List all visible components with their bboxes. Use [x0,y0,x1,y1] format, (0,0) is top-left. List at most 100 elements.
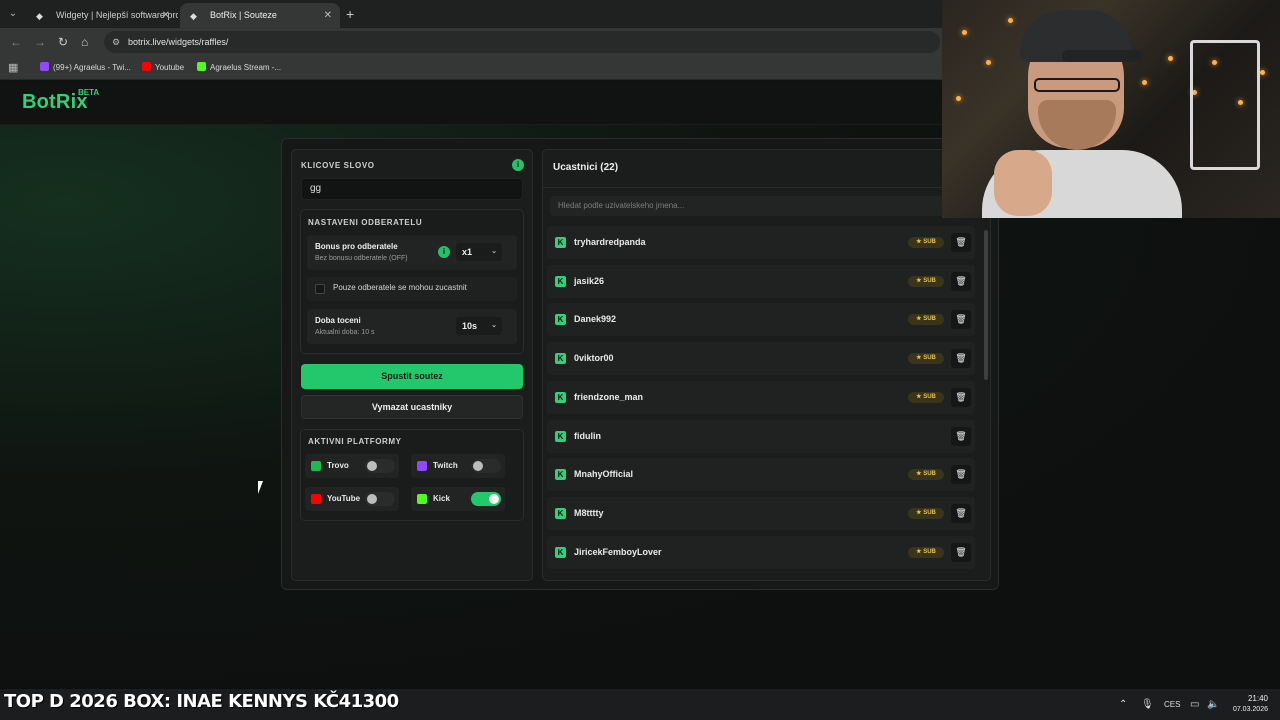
kick-icon: K [555,275,566,287]
remove-participant-trash-icon[interactable]: 🗑 [951,387,971,407]
back-icon[interactable]: ← [10,35,22,49]
kick-icon [197,62,206,71]
tab-label: BotRix | Souteze [210,10,277,20]
language-indicator[interactable]: CES [1164,689,1180,720]
kick-icon: K [555,546,566,558]
subscriber-settings-label: NASTAVENI ODBERATELU [308,218,423,227]
new-tab-icon[interactable]: + [346,5,354,23]
kick-icon: K [555,237,566,248]
twitch-icon [417,461,427,471]
close-tab-icon[interactable]: ✕ [162,3,170,28]
stream-ticker: TOP D 2026 BOX: INAE KENNYS KČ41300 [4,691,399,712]
site-info-icon[interactable]: ⚙ [112,31,120,53]
reload-icon[interactable]: ↻ [58,35,68,49]
platform-trovo: Trovo [305,454,399,478]
apps-grid-icon[interactable]: ▦ [8,56,18,80]
bonus-subtitle: Bez bonusu odberatele (OFF) [315,255,408,262]
tab-search-icon[interactable]: ⌄ [4,5,22,23]
tab-botrix-souteze[interactable]: ◆ BotRix | Souteze ✕ [180,3,340,28]
remove-participant-trash-icon[interactable]: 🗑 [951,310,971,330]
webcam-overlay [942,0,1280,218]
chair-shape [1190,40,1260,170]
forward-icon[interactable]: → [34,35,46,49]
bookmark-kick[interactable]: Agraelus Stream -... [197,56,281,80]
close-tab-icon[interactable]: ✕ [324,3,332,28]
info-icon[interactable]: i [512,159,524,171]
kick-icon: K [555,353,566,365]
participant-name: tryhardredpanda [574,237,646,247]
botrix-favicon-icon: ◆ [190,11,197,21]
subscriber-bonus-row: Bonus pro odberatele Bez bonusu odberate… [307,235,517,270]
sub-badge: ★ SUB [908,391,944,403]
youtube-toggle[interactable] [365,492,395,506]
participant-name: M8tttty [574,507,604,518]
scrollbar-thumb[interactable] [984,230,988,380]
bonus-title: Bonus pro odberatele [315,242,398,251]
participant-name: JiricekFemboyLover [574,546,662,557]
remove-participant-trash-icon[interactable]: 🗑 [951,426,971,446]
screen: ⌄ ◆ Widgety | Nejlepší software pro ✕ ◆ … [0,0,1280,720]
home-icon[interactable]: ⌂ [81,35,88,49]
remove-participant-trash-icon[interactable]: 🗑 [951,542,971,562]
only-subs-checkbox[interactable] [315,284,325,294]
volume-icon[interactable]: 🔈 [1207,689,1219,720]
kick-icon: K [555,430,566,442]
remove-participant-trash-icon[interactable]: 🗑 [951,465,971,485]
sub-badge: ★ SUB [908,469,944,481]
trovo-icon [311,461,321,471]
kick-toggle[interactable] [471,492,501,506]
kick-icon: K [555,469,566,481]
participant-search-input[interactable]: Hledat podle uzivatelskeho jmena... [550,196,985,216]
spin-duration-select[interactable]: 10s ⌄ [456,317,502,335]
sub-badge: ★ SUB [908,237,944,248]
clock-date: 07.03.2026 [1232,706,1268,713]
bookmark-youtube[interactable]: Youtube [142,56,184,80]
bookmark-twitch[interactable]: (99+) Agraelus - Twi... [40,56,131,80]
participants-panel: Ucastnici (22) Hledat podle uzivatelskeh… [542,149,991,581]
participants-title: Ucastnici (22) [553,162,619,173]
microphone-icon[interactable]: 🎙 [1141,689,1154,720]
trovo-toggle[interactable] [365,459,395,473]
remove-participant-trash-icon[interactable]: 🗑 [951,233,971,252]
chevron-down-icon: ⌄ [491,322,497,329]
subscriber-settings: NASTAVENI ODBERATELU Bonus pro odberatel… [300,209,524,354]
spin-title: Doba toceni [315,316,361,325]
sub-badge: ★ SUB [908,275,944,287]
twitch-icon [40,62,49,71]
chevron-down-icon: ⌄ [491,248,497,255]
url-field[interactable]: ⚙ botrix.live/widgets/raffles/ [104,31,940,53]
only-subs-row[interactable]: Pouze odberatele se mohou zucastnit [307,277,517,301]
participant-row: Kfidulin 🗑 [547,419,975,453]
divider [543,187,990,188]
keyword-label: KLICOVE SLOVO [301,161,375,170]
remove-participant-trash-icon[interactable]: 🗑 [951,349,971,369]
platforms-label: AKTIVNI PLATFORMY [308,437,402,446]
only-subs-label: Pouze odberatele se mohou zucastnit [333,283,467,292]
raffle-panel: KLICOVE SLOVO i gg NASTAVENI ODBERATELU … [281,138,999,590]
tray-chevron-icon[interactable]: ⌃ [1119,689,1127,720]
participant-row: K M8tttty ★ SUB 🗑 [547,496,975,530]
tab-widgety[interactable]: ◆ Widgety | Nejlepší software pro ✕ [26,3,178,28]
tab-label: Widgety | Nejlepší software pro [56,10,178,20]
spin-duration-row: Doba toceni Aktualni doba: 10 s 10s ⌄ [307,309,517,344]
network-icon[interactable]: ▭ [1190,689,1199,720]
bonus-select[interactable]: x1 ⌄ [456,243,502,261]
start-raffle-button[interactable]: Spustit soutez [301,364,523,389]
participant-row: K JiricekFemboyLover ★ SUB 🗑 [547,535,975,569]
kick-icon: K [555,314,566,326]
platform-kick: Kick [411,487,505,511]
keyword-input[interactable]: gg [301,178,523,200]
clear-participants-button[interactable]: Vymazat ucastniky [301,395,523,419]
taskbar: TOP D 2026 BOX: INAE KENNYS KČ41300 ⌃ 🎙 … [0,689,1280,720]
remove-participant-trash-icon[interactable]: 🗑 [951,271,971,291]
active-platforms: AKTIVNI PLATFORMY Trovo Twitch YouTube K… [300,429,524,521]
twitch-toggle[interactable] [471,459,501,473]
youtube-icon [142,62,151,71]
clock[interactable]: 21:40 07.03.2026 [1228,693,1268,715]
kick-icon: K [555,391,566,403]
sub-badge: ★ SUB [908,507,944,519]
bonus-info-icon[interactable]: i [438,246,450,258]
remove-participant-trash-icon[interactable]: 🗑 [951,503,971,523]
mouse-cursor-icon [258,481,268,494]
glasses-shape [1034,78,1120,92]
